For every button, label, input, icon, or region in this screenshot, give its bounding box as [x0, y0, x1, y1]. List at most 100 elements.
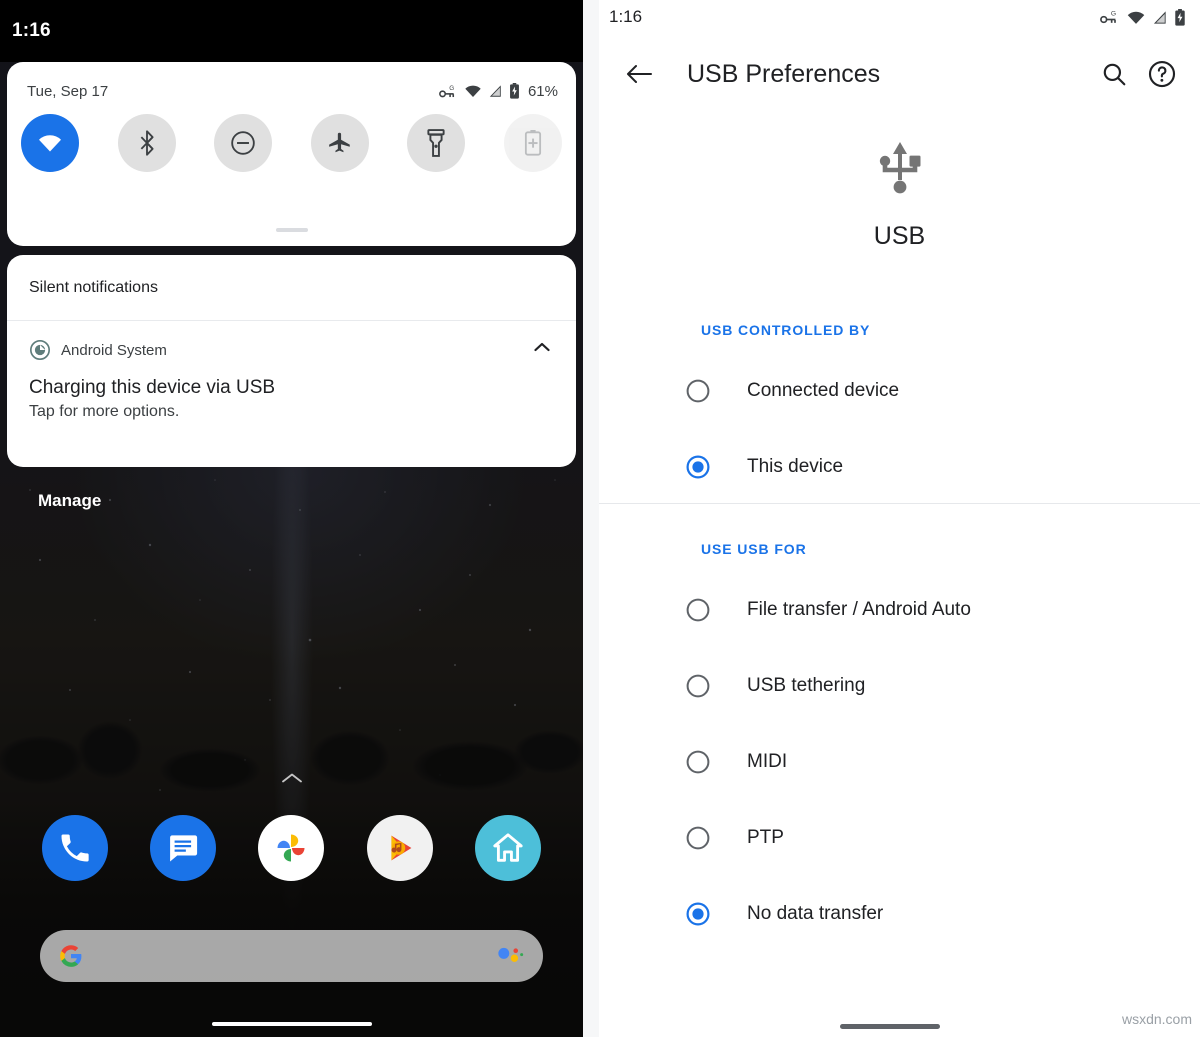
dock-icon-photos[interactable] [258, 815, 325, 881]
notification-app-name: Android System [61, 341, 167, 359]
battery-charging-icon [1175, 8, 1185, 26]
status-bar: 1:16 G [599, 0, 1200, 34]
radio-button-unselected-icon[interactable] [685, 597, 711, 623]
quick-settings-drag-handle[interactable] [275, 228, 308, 232]
radio-button-unselected-icon[interactable] [685, 749, 711, 775]
home-dock [0, 815, 583, 881]
google-search-bar[interactable] [40, 930, 543, 982]
radio-row-this-device[interactable]: This device [599, 439, 1200, 495]
chevron-up-icon [534, 342, 550, 352]
phone-notification-shade-screenshot: 1:16 Tue, Sep 17 G 61% Silent notificati… [0, 0, 583, 1037]
usb-preferences-screenshot: 1:16 G USB Preferences USB USB CONTROLLE… [583, 0, 1200, 1037]
quick-settings-tiles [7, 114, 576, 172]
quick-settings-header: Tue, Sep 17 G 61% [7, 62, 576, 102]
qs-tile-battery-saver[interactable] [503, 114, 562, 172]
dock-icon-messages[interactable] [150, 815, 217, 881]
radio-button-unselected-icon[interactable] [685, 673, 711, 699]
status-bar-clock: 1:16 [609, 7, 643, 26]
dock-icon-play-music[interactable] [366, 815, 433, 881]
radio-label: No data transfer [747, 903, 884, 924]
arrow-back-icon [627, 65, 652, 83]
do-not-disturb-icon [231, 131, 255, 155]
silent-notifications-header: Silent notifications [7, 255, 576, 321]
radio-row-file-transfer[interactable]: File transfer / Android Auto [599, 582, 1200, 638]
qs-tile-airplane-mode[interactable] [310, 114, 369, 172]
app-toolbar: USB Preferences [599, 44, 1200, 104]
quick-settings-status-icons: G 61% [439, 83, 558, 100]
notification-text: Tap for more options. [29, 403, 180, 420]
messages-icon [170, 835, 198, 862]
section-header-use-usb-for: USE USB FOR [701, 541, 807, 557]
radio-button-unselected-icon[interactable] [685, 378, 711, 404]
status-bar-icons: G [1100, 8, 1186, 26]
google-g-icon [60, 945, 82, 967]
notification-item[interactable]: Android System Charging this device via … [7, 321, 576, 421]
battery-charging-icon [510, 83, 519, 99]
radio-button-selected-icon[interactable] [685, 901, 711, 927]
search-icon [1103, 63, 1126, 86]
quick-settings-panel[interactable]: Tue, Sep 17 G 61% [7, 62, 576, 246]
section-header-usb-controlled-by: USB CONTROLLED BY [701, 322, 871, 338]
quick-settings-date: Tue, Sep 17 [27, 82, 109, 100]
qs-tile-wifi[interactable] [21, 114, 79, 172]
battery-percent: 61% [527, 82, 558, 100]
phone-icon [61, 834, 89, 862]
qs-tile-bluetooth[interactable] [117, 114, 176, 172]
home-gesture-indicator[interactable] [211, 1022, 372, 1026]
cell-signal-icon [1153, 10, 1166, 24]
dock-icon-phone[interactable] [42, 815, 109, 881]
radio-label: Connected device [747, 380, 900, 401]
vpn-key-g-icon: G [1100, 10, 1116, 24]
dock-icon-google-home[interactable] [474, 815, 541, 881]
watermark: wsxdn.com [1121, 1011, 1192, 1027]
google-assistant-icon [498, 947, 524, 962]
usb-hero-label: USB [873, 222, 926, 250]
radio-label: MIDI [747, 751, 788, 772]
radio-button-selected-icon[interactable] [685, 454, 711, 480]
manage-notifications-button[interactable]: Manage [38, 491, 101, 511]
wifi-icon [465, 85, 481, 97]
radio-row-no-data-transfer[interactable]: No data transfer [599, 886, 1200, 942]
airplane-icon [328, 132, 350, 153]
search-button[interactable] [1090, 50, 1138, 98]
section-divider [599, 503, 1200, 504]
radio-row-ptp[interactable]: PTP [599, 810, 1200, 866]
android-system-icon [30, 340, 50, 360]
play-music-icon [391, 835, 412, 861]
usb-hero-block: USB [599, 140, 1200, 251]
radio-label: File transfer / Android Auto [747, 599, 971, 620]
home-gesture-indicator[interactable] [839, 1024, 940, 1029]
flashlight-icon [427, 129, 445, 157]
vpn-key-g-icon: G [439, 84, 454, 97]
back-button[interactable] [615, 50, 663, 98]
radio-label: PTP [747, 827, 784, 848]
radio-row-midi[interactable]: MIDI [599, 734, 1200, 790]
wifi-icon [1127, 11, 1145, 24]
notification-collapse-button[interactable] [530, 335, 554, 359]
svg-text:G: G [1111, 10, 1116, 17]
notification-card[interactable]: Silent notifications Android System Char… [7, 255, 576, 467]
usb-icon [879, 142, 920, 194]
notification-title: Charging this device via USB [29, 377, 276, 398]
battery-saver-icon [524, 130, 542, 156]
svg-text:G: G [449, 84, 454, 91]
google-photos-icon [277, 834, 305, 862]
qs-tile-flashlight[interactable] [407, 114, 466, 172]
page-title: USB Preferences [687, 59, 881, 88]
qs-tile-do-not-disturb[interactable] [214, 114, 273, 172]
notification-app-row: Android System [29, 339, 554, 361]
radio-label: This device [747, 456, 844, 477]
radio-button-unselected-icon[interactable] [685, 825, 711, 851]
status-bar: 1:16 [0, 0, 583, 62]
panel-gutter [583, 0, 599, 1037]
help-circle-icon [1148, 60, 1176, 88]
radio-row-connected-device[interactable]: Connected device [599, 363, 1200, 419]
bluetooth-icon [140, 130, 154, 156]
app-drawer-chevron-up-icon[interactable] [281, 772, 303, 784]
home-icon [493, 833, 523, 862]
help-button[interactable] [1138, 50, 1186, 98]
wifi-icon [39, 135, 61, 152]
cell-signal-icon [489, 85, 501, 97]
radio-row-usb-tethering[interactable]: USB tethering [599, 658, 1200, 714]
status-bar-clock: 1:16 [12, 20, 51, 41]
